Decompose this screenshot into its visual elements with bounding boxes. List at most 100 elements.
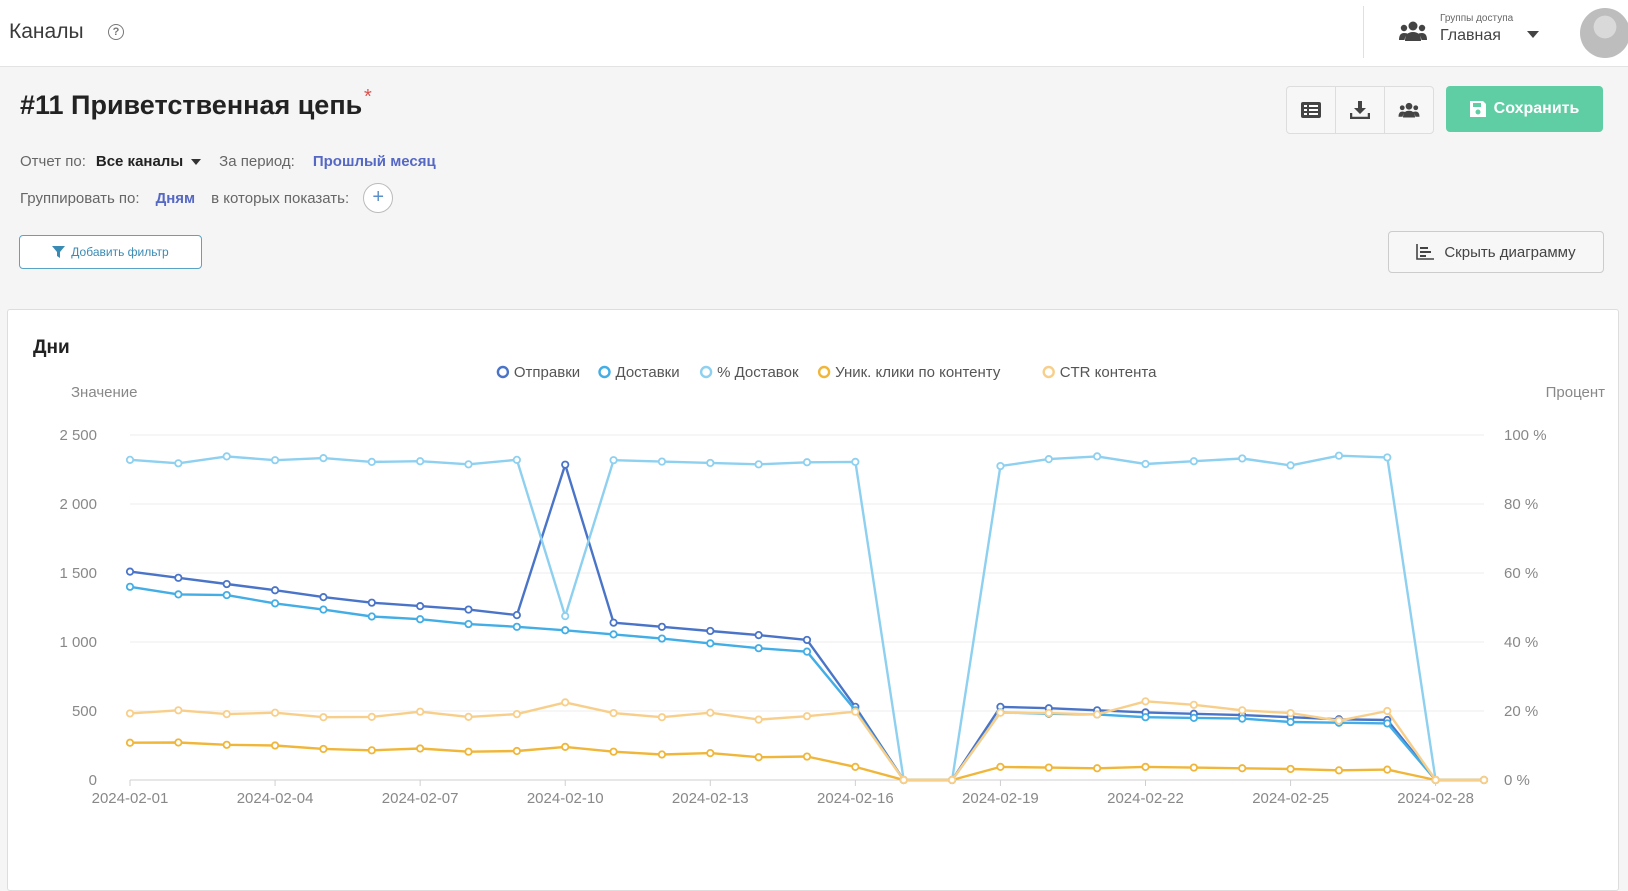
report-by-select[interactable]: Все каналы [96, 153, 183, 170]
data-point [657, 750, 667, 759]
page-title: #11 Приветственная цепь [20, 90, 363, 120]
y-tick-label: 2 000 [59, 496, 97, 513]
period-link[interactable]: Прошлый месяц [313, 153, 436, 170]
group-by-link[interactable]: Дням [156, 190, 196, 207]
data-point [706, 639, 715, 648]
data-point [1334, 716, 1344, 725]
add-filter-label: Добавить фильтр [71, 245, 169, 259]
table-view-button[interactable] [1287, 87, 1336, 133]
share-access-button[interactable] [1385, 87, 1433, 133]
y-tick-label: 1 000 [59, 634, 97, 651]
data-point [174, 706, 183, 715]
data-point [222, 452, 231, 461]
data-point [1093, 764, 1102, 773]
hide-chart-button[interactable]: Скрыть диаграмму [1388, 231, 1604, 273]
data-point [1189, 763, 1198, 772]
chart-title: Дни [33, 337, 70, 358]
data-point [367, 612, 376, 621]
data-point [512, 610, 521, 620]
x-tick-label: 2024-02-07 [382, 790, 459, 807]
download-button[interactable] [1336, 87, 1385, 133]
avatar[interactable] [1580, 8, 1628, 58]
data-point [1334, 451, 1344, 460]
chevron-down-icon[interactable] [1527, 31, 1539, 38]
legend-marker [817, 365, 831, 379]
data-point [464, 460, 473, 469]
data-point [851, 457, 860, 467]
series-line [129, 585, 1484, 782]
report-by-label: Отчет по: [20, 153, 86, 170]
data-point [1383, 453, 1392, 462]
data-point [1334, 766, 1344, 775]
legend-marker [699, 365, 713, 379]
data-point [802, 647, 812, 656]
data-point [512, 622, 521, 631]
add-column-button[interactable]: + [363, 183, 394, 213]
data-point [319, 713, 328, 722]
data-point [609, 630, 618, 639]
data-point [464, 619, 473, 629]
data-point [416, 615, 425, 624]
data-point [222, 579, 231, 589]
y-tick-label: 0 [89, 772, 97, 789]
data-point [270, 456, 280, 465]
data-point [706, 458, 715, 468]
data-point [609, 747, 618, 756]
users-icon [1398, 102, 1420, 118]
data-point [270, 708, 280, 717]
data-point [1189, 713, 1198, 722]
save-button[interactable]: Сохранить [1446, 86, 1603, 132]
group-by-row: Группировать по: Дням в которых показать… [20, 183, 394, 213]
period-label: За период: [219, 153, 295, 170]
data-point [270, 599, 280, 608]
data-point [706, 626, 715, 636]
data-point [1141, 762, 1150, 771]
access-groups-select[interactable]: Главная [1440, 27, 1501, 45]
y2-tick-label: 0 % [1504, 772, 1530, 789]
help-circle-icon[interactable]: ? [108, 24, 124, 40]
group-by-label: Группировать по: [20, 189, 140, 207]
data-point [1286, 717, 1295, 727]
data-point [174, 459, 183, 468]
data-point [657, 634, 667, 643]
y2-tick-label: 60 % [1504, 565, 1538, 582]
data-point [851, 762, 860, 771]
data-point [851, 707, 860, 716]
users-group-icon [1399, 21, 1427, 41]
data-point [996, 708, 1005, 717]
data-point [1383, 719, 1392, 728]
show-in-label: в которых показать: [211, 189, 350, 207]
save-button-label: Сохранить [1493, 100, 1580, 117]
caret-down-icon[interactable] [191, 158, 202, 165]
data-point [609, 456, 618, 465]
data-point [1479, 775, 1489, 785]
data-point [754, 630, 763, 640]
data-point [802, 458, 812, 467]
data-point [416, 707, 425, 716]
data-point [561, 612, 570, 621]
data-point [754, 715, 763, 724]
data-point [367, 598, 376, 607]
series-line [129, 741, 1484, 782]
data-point [802, 712, 812, 721]
data-point [367, 746, 376, 755]
data-point [561, 742, 570, 751]
data-point [174, 738, 183, 747]
data-point [222, 590, 231, 600]
y-tick-label: 1 500 [59, 565, 97, 582]
x-tick-label: 2024-02-10 [527, 790, 604, 807]
data-point [416, 744, 425, 753]
data-point [754, 644, 763, 653]
data-point [561, 460, 570, 469]
add-filter-button[interactable]: Добавить фильтр [19, 235, 202, 269]
data-point [367, 712, 376, 721]
x-tick-label: 2024-02-16 [817, 790, 894, 807]
data-point [512, 455, 521, 464]
data-point [1286, 461, 1295, 470]
data-point [609, 618, 618, 627]
data-point [1286, 708, 1295, 718]
data-point [125, 582, 135, 591]
data-point [561, 626, 570, 635]
y-axis-title: Значение [71, 384, 138, 401]
line-chart: 0 0 % 500 20 % 1 000 40 % 1 500 60 % 2 000 80 % 2 … [59, 364, 1605, 807]
